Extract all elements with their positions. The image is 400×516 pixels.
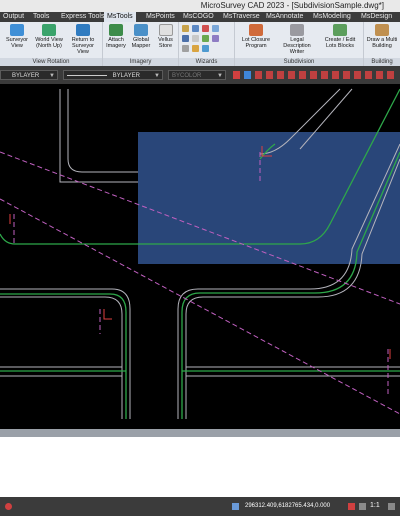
draw-building-button[interactable]: Draw a Multi Building (365, 24, 399, 56)
group-title-view-rotation: View Rotation (0, 58, 102, 66)
imagery-icon (109, 24, 123, 36)
cad-drawing[interactable] (0, 84, 400, 429)
store-icon (158, 24, 173, 36)
properties-toolbar: BYLAYER ▼ BYLAYER ▼ BYCOLOR ▼ (0, 66, 400, 84)
legal-description-button[interactable]: Legal Description Writer (277, 24, 317, 56)
snap-icon[interactable] (255, 71, 262, 79)
group-wizards: Wizards (179, 22, 235, 66)
command-line-area[interactable] (0, 437, 400, 497)
snap-icon[interactable] (266, 71, 273, 79)
return-view-icon (76, 24, 90, 36)
tab-tools[interactable]: Tools (30, 12, 52, 22)
snap-icon[interactable] (387, 71, 394, 79)
snap-icon[interactable] (332, 71, 339, 79)
lot-closure-button[interactable]: Lot Closure Program (237, 24, 275, 56)
snap-icon[interactable] (343, 71, 350, 79)
settings-icon[interactable] (388, 503, 395, 510)
annotation-scale[interactable]: 1:1 (370, 502, 380, 509)
snap-icon[interactable] (288, 71, 295, 79)
color-dropdown[interactable]: BYCOLOR ▼ (168, 70, 226, 80)
lots-icon (333, 24, 347, 36)
ribbon-panel: Surveyor View World View (North Up) Retu… (0, 22, 400, 67)
snap-icon[interactable] (365, 71, 372, 79)
tab-mscogo[interactable]: MsCOGO (180, 12, 217, 22)
tab-msmodeling[interactable]: MsModeling (310, 12, 354, 22)
command-splitter[interactable] (0, 429, 400, 437)
snap-icon[interactable] (233, 71, 240, 79)
create-edit-lots-button[interactable]: Create / Edit Lots Blocks (319, 24, 361, 56)
global-mapper-icon (134, 24, 148, 36)
attach-imagery-button[interactable]: Attach Imagery (103, 24, 129, 56)
surveyor-view-icon (10, 24, 24, 36)
globe-icon (42, 24, 56, 36)
tab-output[interactable]: Output (0, 12, 27, 22)
snap-icon[interactable] (244, 71, 251, 79)
document-icon (290, 24, 304, 36)
group-title-subdivision: Subdivision (235, 58, 363, 66)
coordinate-readout: 296312.409,6182765.434,0.000 (245, 503, 331, 509)
return-surveyor-view-button[interactable]: Return to Surveyor View (66, 24, 100, 56)
ribbon-tab-bar: Output Tools Express Tools MsTools MsPoi… (0, 12, 400, 22)
snap-icon[interactable] (299, 71, 306, 79)
wizard-icon[interactable] (212, 35, 219, 42)
snap-icon[interactable] (354, 71, 361, 79)
tab-express-tools[interactable]: Express Tools (58, 12, 107, 22)
wizard-icon[interactable] (202, 35, 209, 42)
chevron-down-icon: ▼ (154, 73, 160, 79)
linetype-dropdown[interactable]: BYLAYER ▼ (63, 70, 163, 80)
tab-mstools[interactable]: MsTools (104, 12, 136, 22)
group-building: Draw a Multi Building Building (364, 22, 400, 66)
wizard-icon[interactable] (192, 35, 199, 42)
road-edge (59, 89, 138, 183)
snap-icon[interactable] (376, 71, 383, 79)
surveyor-view-button[interactable]: Surveyor View (2, 24, 32, 56)
group-subdivision: Lot Closure Program Legal Description Wr… (235, 22, 364, 66)
chevron-down-icon: ▼ (49, 73, 55, 79)
survey-marker (103, 309, 112, 320)
wizard-icon[interactable] (182, 35, 189, 42)
group-title-building: Building (364, 58, 400, 66)
group-imagery: Attach Imagery Global Mapper Vellus Stor… (103, 22, 179, 66)
drawing-canvas[interactable] (0, 84, 400, 429)
wizard-icon[interactable] (202, 25, 209, 32)
wizard-icon[interactable] (192, 25, 199, 32)
lot-closure-icon (249, 24, 263, 36)
wizard-icon[interactable] (202, 45, 209, 52)
lot-line (0, 293, 127, 419)
road-edge (0, 288, 131, 419)
vellus-store-button[interactable]: Vellus Store (153, 24, 178, 56)
group-view-rotation: Surveyor View World View (North Up) Retu… (0, 22, 103, 66)
status-icon[interactable] (5, 503, 12, 510)
tab-msdesign[interactable]: MsDesign (358, 12, 395, 22)
building-icon (375, 24, 389, 36)
layer-dropdown[interactable]: BYLAYER ▼ (0, 70, 58, 80)
road-edge (67, 89, 138, 173)
chevron-down-icon: ▼ (217, 73, 223, 79)
status-bar: 296312.409,6182765.434,0.000 1:1 (0, 497, 400, 516)
annotation-scale-icon[interactable] (359, 503, 366, 510)
application-window: MicroSurvey CAD 2023 - [SubdivisionSampl… (0, 0, 400, 516)
tab-msannotate[interactable]: MsAnnotate (263, 12, 306, 22)
snap-icon[interactable] (321, 71, 328, 79)
global-mapper-button[interactable]: Global Mapper (128, 24, 154, 56)
group-title-imagery: Imagery (103, 58, 178, 66)
tab-mstraverse[interactable]: MsTraverse (220, 12, 263, 22)
wizard-icon[interactable] (182, 25, 189, 32)
status-icon[interactable] (348, 503, 355, 510)
wizard-icon[interactable] (192, 45, 199, 52)
snap-icon[interactable] (310, 71, 317, 79)
tab-mspoints[interactable]: MsPoints (143, 12, 178, 22)
group-title-wizards: Wizards (179, 58, 234, 66)
wizard-icon[interactable] (182, 45, 189, 52)
world-view-button[interactable]: World View (North Up) (34, 24, 64, 56)
title-bar: MicroSurvey CAD 2023 - [SubdivisionSampl… (0, 0, 400, 12)
window-title: MicroSurvey CAD 2023 - [SubdivisionSampl… (200, 1, 384, 10)
linetype-preview (67, 74, 107, 76)
coordinate-icon[interactable] (232, 503, 239, 510)
snap-icon[interactable] (277, 71, 284, 79)
wizard-icon[interactable] (212, 25, 219, 32)
